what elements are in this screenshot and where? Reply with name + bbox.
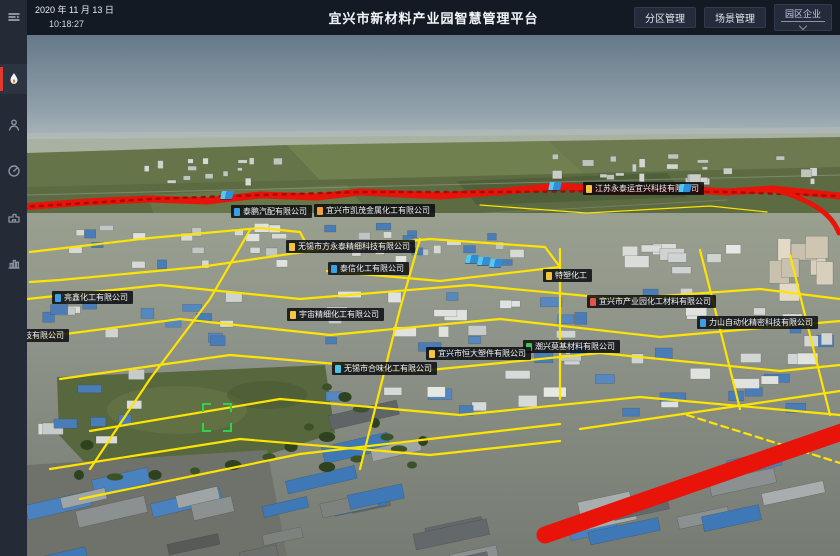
sidebar-item-menu[interactable] (0, 0, 27, 34)
company-map-label[interactable]: 力山自动化精密科技有限公司 (697, 316, 818, 329)
company-map-label[interactable]: 宇宙精细化工有限公司 (287, 308, 384, 321)
sidebar-item-enterprise[interactable] (0, 202, 27, 232)
top-bar: 2020 年 11 月 13 日 10:18:27 宜兴市新材料产业园智慧管理平… (27, 0, 840, 35)
company-map-label[interactable]: 无锡市方永泰精细科技有限公司 (286, 240, 415, 253)
company-label-text: 宜兴市凯茂金属化工有限公司 (326, 204, 430, 217)
company-marker-icon (317, 207, 323, 215)
company-map-label[interactable]: 泰鹏汽配有限公司 (231, 205, 312, 218)
factory-icon (7, 210, 21, 224)
company-marker-icon (55, 294, 61, 302)
company-map-label[interactable]: 潮兴莫基材料有限公司 (523, 340, 620, 353)
sidebar-item-personnel[interactable] (0, 110, 27, 140)
company-marker-icon (546, 272, 552, 280)
company-label-text: 泰鹏汽配有限公司 (243, 205, 307, 218)
menu-icon (7, 10, 21, 24)
vehicle-marker[interactable] (489, 259, 503, 267)
chevron-down-icon (799, 21, 807, 29)
company-marker-icon (290, 311, 296, 319)
company-map-label[interactable]: 宜兴市产业园化工材料有限公司 (587, 295, 716, 308)
company-label-text: 潮兴莫基材料有限公司 (535, 340, 615, 353)
company-map-label[interactable]: 宜兴市恒大塑件有限公司 (426, 347, 531, 360)
left-toolbar (0, 0, 27, 556)
gauge-icon (7, 164, 21, 178)
company-map-label[interactable]: 宜兴市凯茂金属化工有限公司 (314, 204, 435, 217)
company-marker-icon (590, 298, 596, 306)
sidebar-item-energy[interactable] (0, 156, 27, 186)
company-marker-icon (586, 185, 592, 193)
scene-management-button[interactable]: 场景管理 (704, 7, 766, 28)
company-marker-icon (700, 319, 706, 327)
company-map-label[interactable]: 无锡市合味化工有限公司 (332, 362, 437, 375)
company-label-text: 力山自动化精密科技有限公司 (709, 316, 813, 329)
company-map-label[interactable]: 泰信化工有限公司 (328, 262, 409, 275)
company-label-text: 无锡市合味化工有限公司 (344, 362, 432, 375)
flame-icon (7, 72, 21, 86)
bar-chart-icon (7, 256, 21, 270)
company-marker-icon (234, 208, 240, 216)
company-map-label[interactable]: 亮鑫化工有限公司 (52, 291, 133, 304)
company-label-text: 泰信化工有限公司 (340, 262, 404, 275)
app-window: 泰鹏汽配有限公司 宜兴市凯茂金属化工有限公司无锡市方永泰精细科技有限公司泰信化工有… (0, 0, 840, 556)
company-label-text: 亮鑫化工有限公司 (64, 291, 128, 304)
vehicle-marker[interactable] (678, 184, 692, 192)
company-label-text: 无锡市方永泰精细科技有限公司 (298, 240, 410, 253)
company-marker-icon (331, 265, 337, 273)
sidebar-item-statistics[interactable] (0, 248, 27, 278)
sidebar-item-fire-monitor[interactable] (0, 64, 27, 94)
park-enterprise-dropdown[interactable]: 园区企业 (774, 4, 832, 31)
vehicle-marker[interactable] (220, 191, 234, 199)
company-label-text: 特塑化工 (555, 269, 587, 282)
company-label-text: 宜兴市恒大塑件有限公司 (438, 347, 526, 360)
company-marker-icon (429, 350, 435, 358)
vehicle-marker[interactable] (548, 182, 562, 190)
zone-management-button[interactable]: 分区管理 (634, 7, 696, 28)
company-marker-icon (289, 243, 295, 251)
company-label-text: 宜兴市产业园化工材料有限公司 (599, 295, 711, 308)
company-marker-icon (335, 365, 341, 373)
map-3d-scene[interactable] (27, 35, 840, 556)
map-canvas[interactable] (27, 35, 840, 556)
dropdown-label: 园区企业 (781, 7, 825, 22)
user-icon (7, 118, 21, 132)
company-label-text: 宇宙精细化工有限公司 (299, 308, 379, 321)
company-map-label[interactable]: 特塑化工 (543, 269, 592, 282)
header-actions: 分区管理 场景管理 园区企业 (634, 0, 832, 35)
